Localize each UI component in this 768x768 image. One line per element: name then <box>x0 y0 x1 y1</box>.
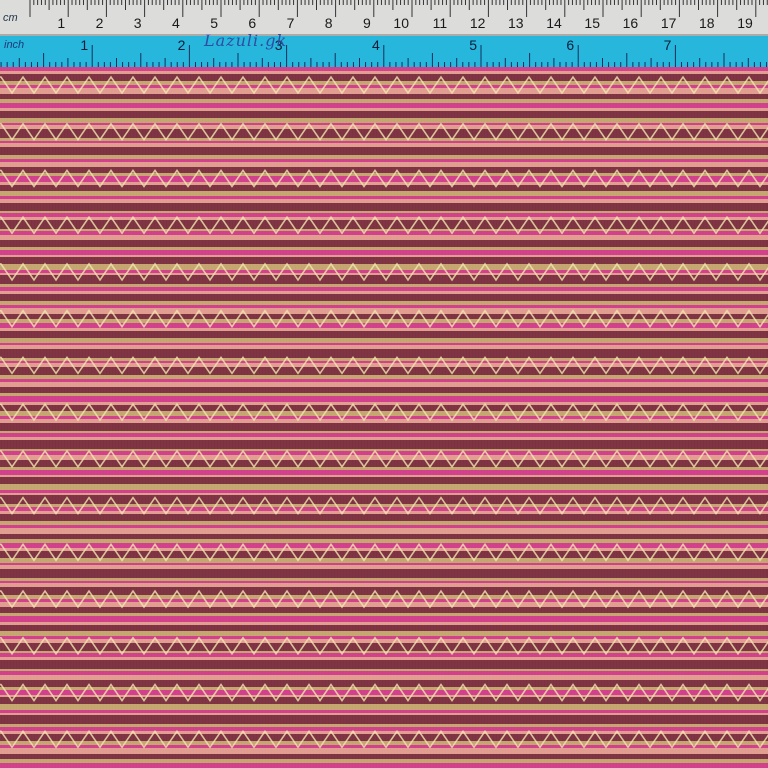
cm-tick-label: 6 <box>248 15 256 31</box>
inch-tick-label: 4 <box>372 37 380 53</box>
inch-tick-label: 2 <box>178 37 186 53</box>
inch-tick-label: 5 <box>469 37 477 53</box>
cm-tick-label: 14 <box>546 15 562 31</box>
inch-tick-label: 7 <box>664 37 672 53</box>
cm-tick-label: 11 <box>433 15 448 31</box>
cm-tick-label: 7 <box>287 15 295 31</box>
cm-tick-label: 19 <box>737 15 753 31</box>
striped-fabric-swatch <box>0 67 768 768</box>
cm-tick-label: 15 <box>584 15 600 31</box>
cm-tick-label: 13 <box>508 15 524 31</box>
fabric-stripe-pattern <box>0 67 768 768</box>
centimeter-ruler: 1 2 3 4 5 6 7 8 9 10 11 12 13 14 15 16 17 18 19 cm <box>0 0 768 36</box>
cm-tick-label: 5 <box>210 15 218 31</box>
cm-tick-label: 3 <box>134 15 142 31</box>
cm-ruler-scale: 1 2 3 4 5 6 7 8 9 10 11 12 13 14 15 16 17 18 19 <box>0 0 768 36</box>
inch-tick-label: 6 <box>566 37 574 53</box>
cm-tick-label: 4 <box>172 15 180 31</box>
cm-tick-label: 2 <box>96 15 104 31</box>
handwritten-note: Lazuli.gk <box>204 31 288 50</box>
cm-tick-label: 12 <box>470 15 486 31</box>
cm-tick-label: 18 <box>699 15 715 31</box>
cm-tick-label: 10 <box>393 15 409 31</box>
cm-tick-label: 1 <box>57 15 65 31</box>
cm-tick-label: 17 <box>661 15 677 31</box>
cm-unit-label: cm <box>3 12 18 24</box>
cm-tick-label: 9 <box>363 15 371 31</box>
cm-tick-label: 8 <box>325 15 333 31</box>
inch-tick-label: 1 <box>80 37 88 53</box>
cm-tick-label: 16 <box>623 15 639 31</box>
inch-ruler-scale: 1234567 <box>0 37 768 67</box>
inch-unit-label: inch <box>4 39 25 51</box>
inch-ruler: 1234567 inch Lazuli.gk <box>0 31 768 67</box>
